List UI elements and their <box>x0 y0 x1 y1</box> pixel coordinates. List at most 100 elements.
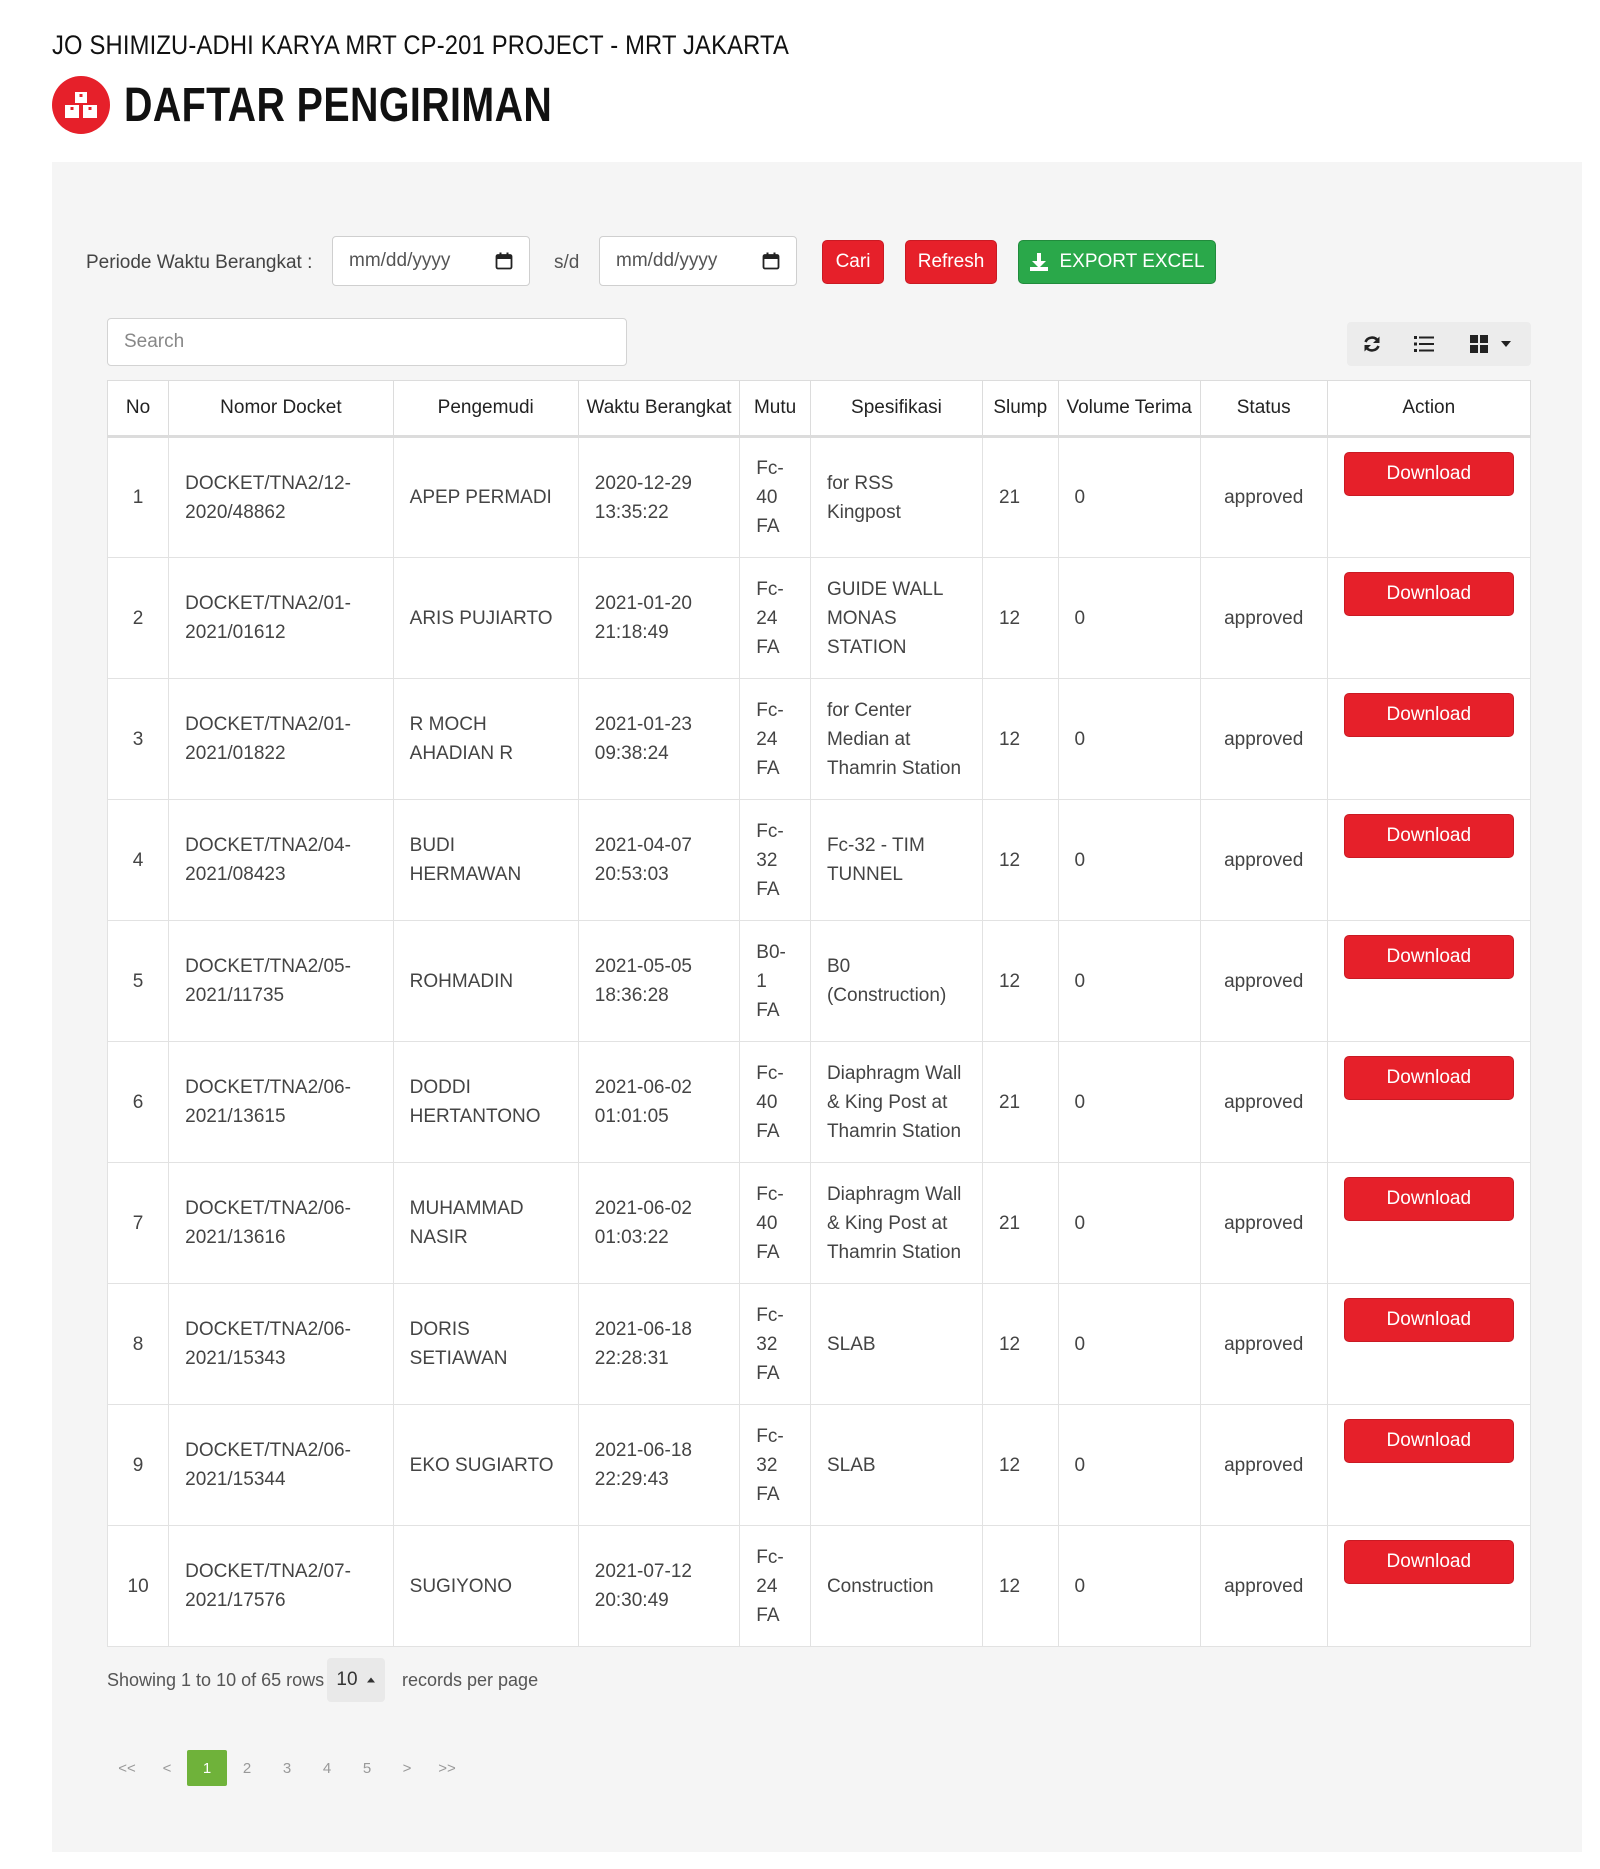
page-heading: DAFTAR PENGIRIMAN <box>52 76 646 134</box>
cell-no: 9 <box>106 1404 170 1526</box>
refresh-button[interactable]: Refresh <box>905 240 997 284</box>
cell-status: approved <box>1199 1041 1328 1163</box>
page-next[interactable]: > <box>387 1750 427 1786</box>
cell-slump: 12 <box>981 678 1059 800</box>
cell-spec: for Center Median at Thamrin Station <box>809 678 983 800</box>
cell-docket: DOCKET/TNA2/04-2021/08423 <box>168 799 394 921</box>
header-mutu[interactable]: Mutu <box>739 380 811 438</box>
cell-docket: DOCKET/TNA2/06-2021/13616 <box>168 1162 394 1284</box>
cell-docket: DOCKET/TNA2/12-2020/48862 <box>168 436 394 558</box>
page-3[interactable]: 3 <box>267 1750 307 1786</box>
download-docket-button[interactable]: Download Docket <box>1343 935 1514 1009</box>
cell-driver: ARIS PUJIARTO <box>392 557 579 679</box>
page-title: DAFTAR PENGIRIMAN <box>124 78 553 132</box>
end-date-input[interactable]: mm/dd/yyyy <box>599 236 797 286</box>
page-1[interactable]: 1 <box>187 1750 227 1786</box>
cell-driver: R MOCH AHADIAN R <box>392 678 579 800</box>
cell-action: Download Docket <box>1326 1162 1532 1284</box>
page-4[interactable]: 4 <box>307 1750 347 1786</box>
period-label: Periode Waktu Berangkat : <box>86 252 313 273</box>
refresh-icon[interactable] <box>1347 322 1397 366</box>
calendar-icon[interactable] <box>495 252 513 270</box>
end-date-placeholder: mm/dd/yyyy <box>616 250 718 271</box>
header-spesifikasi[interactable]: Spesifikasi <box>809 380 983 438</box>
header-slump[interactable]: Slump <box>981 380 1059 438</box>
page-last[interactable]: >> <box>427 1750 467 1786</box>
cell-status: approved <box>1199 1162 1328 1284</box>
cell-mutu: Fc- 32 FA <box>739 799 811 921</box>
table-row: 7 DOCKET/TNA2/06-2021/13616 MUHAMMAD NAS… <box>106 1162 1532 1284</box>
cell-driver: ROHMADIN <box>392 920 579 1042</box>
cell-no: 1 <box>106 436 170 558</box>
table-toolbar <box>1347 322 1531 366</box>
list-view-icon[interactable] <box>1397 322 1451 366</box>
header-pengemudi[interactable]: Pengemudi <box>392 380 579 438</box>
table-row: 3 DOCKET/TNA2/01-2021/01822 R MOCH AHADI… <box>106 678 1532 800</box>
table-row: 6 DOCKET/TNA2/06-2021/13615 DODDI HERTAN… <box>106 1041 1532 1163</box>
cell-status: approved <box>1199 1404 1328 1526</box>
download-docket-button[interactable]: Download Docket <box>1343 572 1514 646</box>
download-docket-button[interactable]: Download Docket <box>1343 1177 1514 1251</box>
start-date-placeholder: mm/dd/yyyy <box>349 250 451 271</box>
page-5[interactable]: 5 <box>347 1750 387 1786</box>
cell-action: Download Docket <box>1326 1404 1532 1526</box>
grid-view-icon[interactable] <box>1470 335 1488 353</box>
cell-slump: 12 <box>981 799 1059 921</box>
download-docket-button[interactable]: Download Docket <box>1343 1540 1514 1614</box>
records-per-page-label: records per page <box>402 1670 539 1690</box>
calendar-icon[interactable] <box>762 252 780 270</box>
page-size-dropdown[interactable]: 10 <box>327 1658 385 1702</box>
cell-no: 3 <box>106 678 170 800</box>
export-excel-label: EXPORT EXCEL <box>1059 251 1205 272</box>
cell-action: Download Docket <box>1326 557 1532 679</box>
cell-mutu: Fc- 40 FA <box>739 1041 811 1163</box>
page-2[interactable]: 2 <box>227 1750 267 1786</box>
cell-no: 7 <box>106 1162 170 1284</box>
cell-driver: SUGIYONO <box>392 1525 579 1647</box>
cell-slump: 12 <box>981 1404 1059 1526</box>
download-docket-button[interactable]: Download Docket <box>1343 814 1514 888</box>
cell-time: 2021-06-02 01:01:05 <box>577 1041 741 1163</box>
cell-status: approved <box>1199 678 1328 800</box>
header-status[interactable]: Status <box>1199 380 1328 438</box>
cell-action: Download Docket <box>1326 920 1532 1042</box>
table-header-row: No Nomor Docket Pengemudi Waktu Berangka… <box>106 380 1532 438</box>
cell-no: 5 <box>106 920 170 1042</box>
page-first[interactable]: << <box>107 1750 147 1786</box>
cell-mutu: Fc- 40 FA <box>739 436 811 558</box>
cell-volume: 0 <box>1057 678 1201 800</box>
download-docket-button[interactable]: Download Docket <box>1343 693 1514 767</box>
header-waktu-berangkat[interactable]: Waktu Berangkat <box>577 380 741 438</box>
cell-slump: 12 <box>981 557 1059 679</box>
cell-mutu: Fc- 24 FA <box>739 678 811 800</box>
cell-no: 2 <box>106 557 170 679</box>
pagination: << < 1 2 3 4 5 > >> <box>107 1750 467 1786</box>
search-button[interactable]: Cari <box>822 240 884 284</box>
table-row: 4 DOCKET/TNA2/04-2021/08423 BUDI HERMAWA… <box>106 799 1532 921</box>
export-excel-button[interactable]: EXPORT EXCEL <box>1018 240 1216 284</box>
download-docket-button[interactable]: Download Docket <box>1343 1056 1514 1130</box>
cell-spec: Fc-32 - TIM TUNNEL <box>809 799 983 921</box>
download-docket-button[interactable]: Download Docket <box>1343 1298 1514 1372</box>
table-search-input[interactable]: Search <box>107 318 627 366</box>
cell-volume: 0 <box>1057 557 1201 679</box>
cell-driver: MUHAMMAD NASIR <box>392 1162 579 1284</box>
cell-time: 2021-05-05 18:36:28 <box>577 920 741 1042</box>
start-date-input[interactable]: mm/dd/yyyy <box>332 236 530 286</box>
cell-status: approved <box>1199 436 1328 558</box>
header-nomor-docket[interactable]: Nomor Docket <box>168 380 394 438</box>
cell-mutu: Fc- 40 FA <box>739 1162 811 1284</box>
page-prev[interactable]: < <box>147 1750 187 1786</box>
cell-slump: 21 <box>981 436 1059 558</box>
header-volume-terima[interactable]: Volume Terima <box>1057 380 1201 438</box>
cell-action: Download Docket <box>1326 799 1532 921</box>
download-docket-button[interactable]: Download Docket <box>1343 451 1514 526</box>
table-row: 5 DOCKET/TNA2/05-2021/11735 ROHMADIN 202… <box>106 920 1532 1042</box>
grid-view-toggle[interactable] <box>1451 322 1531 366</box>
cell-volume: 0 <box>1057 1041 1201 1163</box>
caret-down-icon[interactable] <box>1500 340 1512 348</box>
header-no[interactable]: No <box>106 380 170 438</box>
download-docket-button[interactable]: Download Docket <box>1343 1419 1514 1493</box>
cell-action: Download Docket <box>1326 678 1532 800</box>
cell-docket: DOCKET/TNA2/06-2021/13615 <box>168 1041 394 1163</box>
